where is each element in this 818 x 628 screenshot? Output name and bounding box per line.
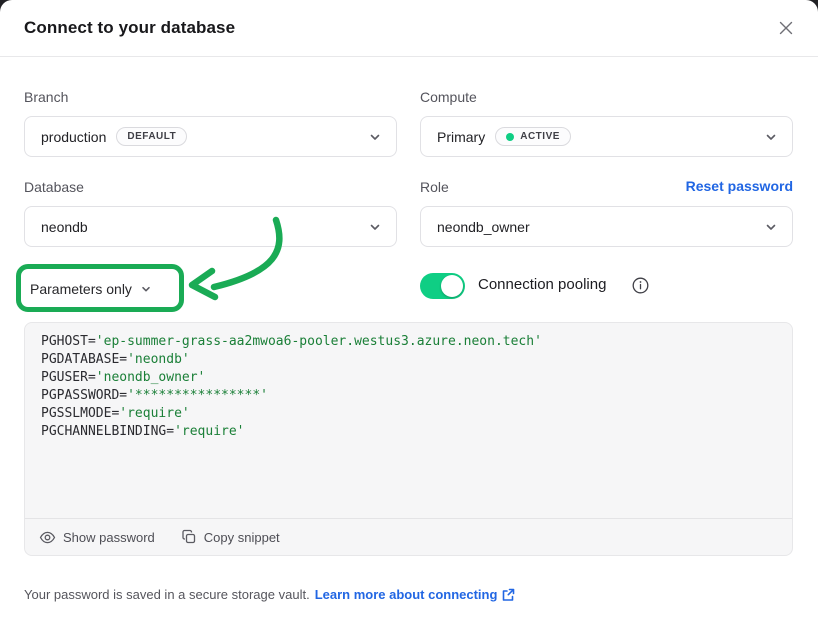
compute-label: Compute xyxy=(420,89,477,105)
dialog-header: Connect to your database xyxy=(0,0,818,57)
show-password-button[interactable]: Show password xyxy=(39,529,155,546)
chevron-down-icon xyxy=(140,283,152,295)
view-mode-value: Parameters only xyxy=(30,281,132,297)
eye-icon xyxy=(39,529,56,546)
close-icon[interactable] xyxy=(776,18,796,38)
role-label: Role xyxy=(420,179,449,195)
active-badge: ACTIVE xyxy=(495,127,571,146)
view-mode-select[interactable]: Parameters only xyxy=(22,271,178,306)
password-note: Your password is saved in a secure stora… xyxy=(24,587,515,602)
connection-snippet-code: PGHOST='ep-summer-grass-aa2mwoa6-pooler.… xyxy=(25,323,792,451)
role-value: neondb_owner xyxy=(437,219,530,235)
database-value: neondb xyxy=(41,219,88,235)
compute-value: Primary xyxy=(437,129,485,145)
chevron-down-icon xyxy=(764,130,778,144)
branch-select[interactable]: production DEFAULT xyxy=(24,116,397,157)
copy-snippet-button[interactable]: Copy snippet xyxy=(181,529,280,545)
compute-select[interactable]: Primary ACTIVE xyxy=(420,116,793,157)
connection-pooling-label: Connection pooling xyxy=(478,276,606,293)
connection-snippet-panel: PGHOST='ep-summer-grass-aa2mwoa6-pooler.… xyxy=(24,322,793,556)
database-select[interactable]: neondb xyxy=(24,206,397,247)
branch-label: Branch xyxy=(24,89,68,105)
role-select[interactable]: neondb_owner xyxy=(420,206,793,247)
connect-database-dialog: Connect to your database Branch producti… xyxy=(0,0,818,628)
reset-password-link[interactable]: Reset password xyxy=(686,178,793,194)
chevron-down-icon xyxy=(764,220,778,234)
connection-pooling-toggle[interactable] xyxy=(420,273,465,299)
toggle-knob xyxy=(441,275,463,297)
default-badge: DEFAULT xyxy=(116,127,187,146)
dialog-title: Connect to your database xyxy=(24,18,235,38)
chevron-down-icon xyxy=(368,220,382,234)
database-label: Database xyxy=(24,179,84,195)
active-dot-icon xyxy=(506,133,514,141)
learn-more-link[interactable]: Learn more about connecting xyxy=(315,587,516,602)
branch-value: production xyxy=(41,129,106,145)
snippet-footer: Show password Copy snippet xyxy=(25,518,792,555)
external-link-icon xyxy=(501,588,515,602)
info-icon[interactable] xyxy=(632,277,649,294)
chevron-down-icon xyxy=(368,130,382,144)
copy-icon xyxy=(181,529,197,545)
